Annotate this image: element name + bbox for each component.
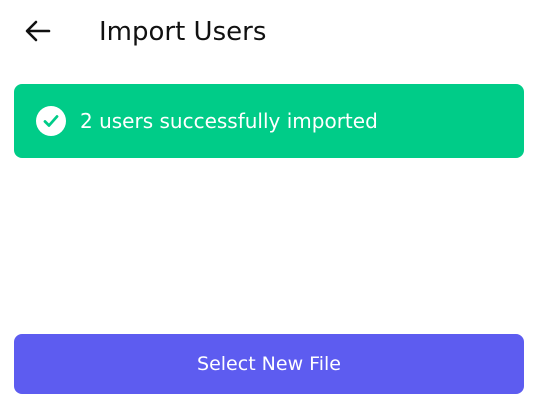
- success-banner: 2 users successfully imported: [14, 84, 524, 158]
- app-header: Import Users: [0, 0, 538, 66]
- back-button[interactable]: [20, 14, 56, 48]
- check-circle-icon: [36, 106, 66, 136]
- page-title: Import Users: [99, 17, 267, 47]
- success-message: 2 users successfully imported: [80, 109, 378, 133]
- arrow-left-icon: [25, 20, 51, 42]
- select-new-file-button[interactable]: Select New File: [14, 334, 524, 394]
